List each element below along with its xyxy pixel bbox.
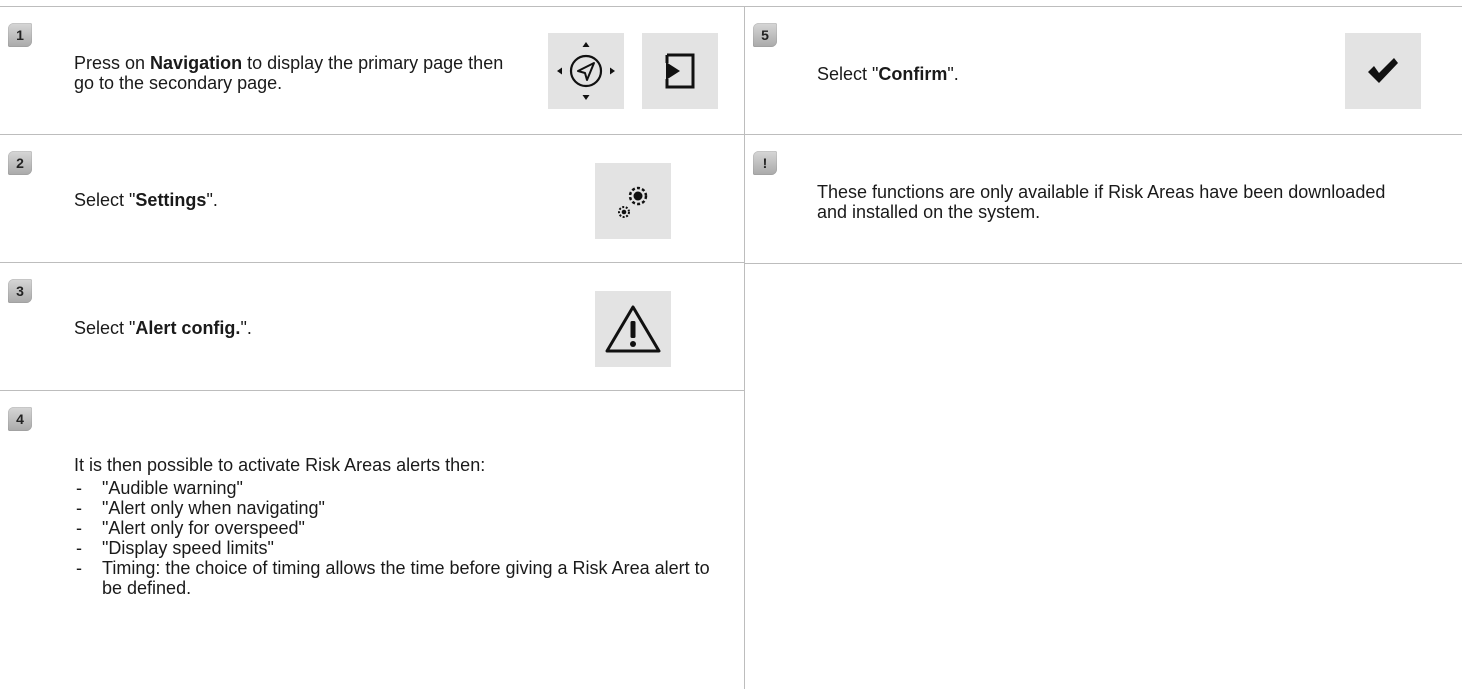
- settings-gears-icon[interactable]: [595, 163, 671, 239]
- warning-triangle-icon[interactable]: [595, 291, 671, 367]
- alert-options-list: "Audible warning" "Alert only when navig…: [74, 478, 734, 598]
- checkmark-icon[interactable]: [1345, 33, 1421, 109]
- note-block: ! These functions are only available if …: [745, 135, 1462, 264]
- right-column: 5 Select "Confirm". ! These functions ar…: [744, 6, 1462, 689]
- step-1: 1 Press on Navigation to display the pri…: [0, 7, 744, 135]
- step-1-text: Press on Navigation to display the prima…: [74, 53, 504, 93]
- settings-label: Settings: [135, 190, 207, 210]
- step-3-text: Select "Alert config.".: [74, 318, 252, 338]
- step-number-badge: 5: [753, 23, 777, 47]
- alert-config-label: Alert config.: [135, 318, 241, 338]
- note-text: These functions are only available if Ri…: [817, 182, 1386, 222]
- step-5-text: Select "Confirm".: [817, 64, 959, 84]
- step-number-badge: 4: [8, 407, 32, 431]
- navigation-compass-icon[interactable]: [548, 33, 624, 109]
- warning-exclamation-icon: !: [753, 151, 777, 175]
- step-3: 3 Select "Alert config.".: [0, 263, 744, 391]
- confirm-label: Confirm: [878, 64, 948, 84]
- list-item: Timing: the choice of timing allows the …: [74, 558, 734, 598]
- list-item: "Alert only for overspeed": [74, 518, 734, 538]
- step-4: 4 It is then possible to activate Risk A…: [0, 391, 744, 687]
- step-4-text: It is then possible to activate Risk Are…: [74, 455, 734, 598]
- step-number-badge: 3: [8, 279, 32, 303]
- list-item: "Audible warning": [74, 478, 734, 498]
- secondary-page-icon[interactable]: [642, 33, 718, 109]
- navigation-label: Navigation: [150, 53, 243, 73]
- step-2: 2 Select "Settings".: [0, 135, 744, 263]
- step-number-badge: 2: [8, 151, 32, 175]
- list-item: "Alert only when navigating": [74, 498, 734, 518]
- step-2-text: Select "Settings".: [74, 190, 218, 210]
- step-4-intro: It is then possible to activate Risk Are…: [74, 455, 486, 475]
- list-item: "Display speed limits": [74, 538, 734, 558]
- step-5: 5 Select "Confirm".: [745, 7, 1462, 135]
- step-number-badge: 1: [8, 23, 32, 47]
- left-column: 1 Press on Navigation to display the pri…: [0, 6, 744, 689]
